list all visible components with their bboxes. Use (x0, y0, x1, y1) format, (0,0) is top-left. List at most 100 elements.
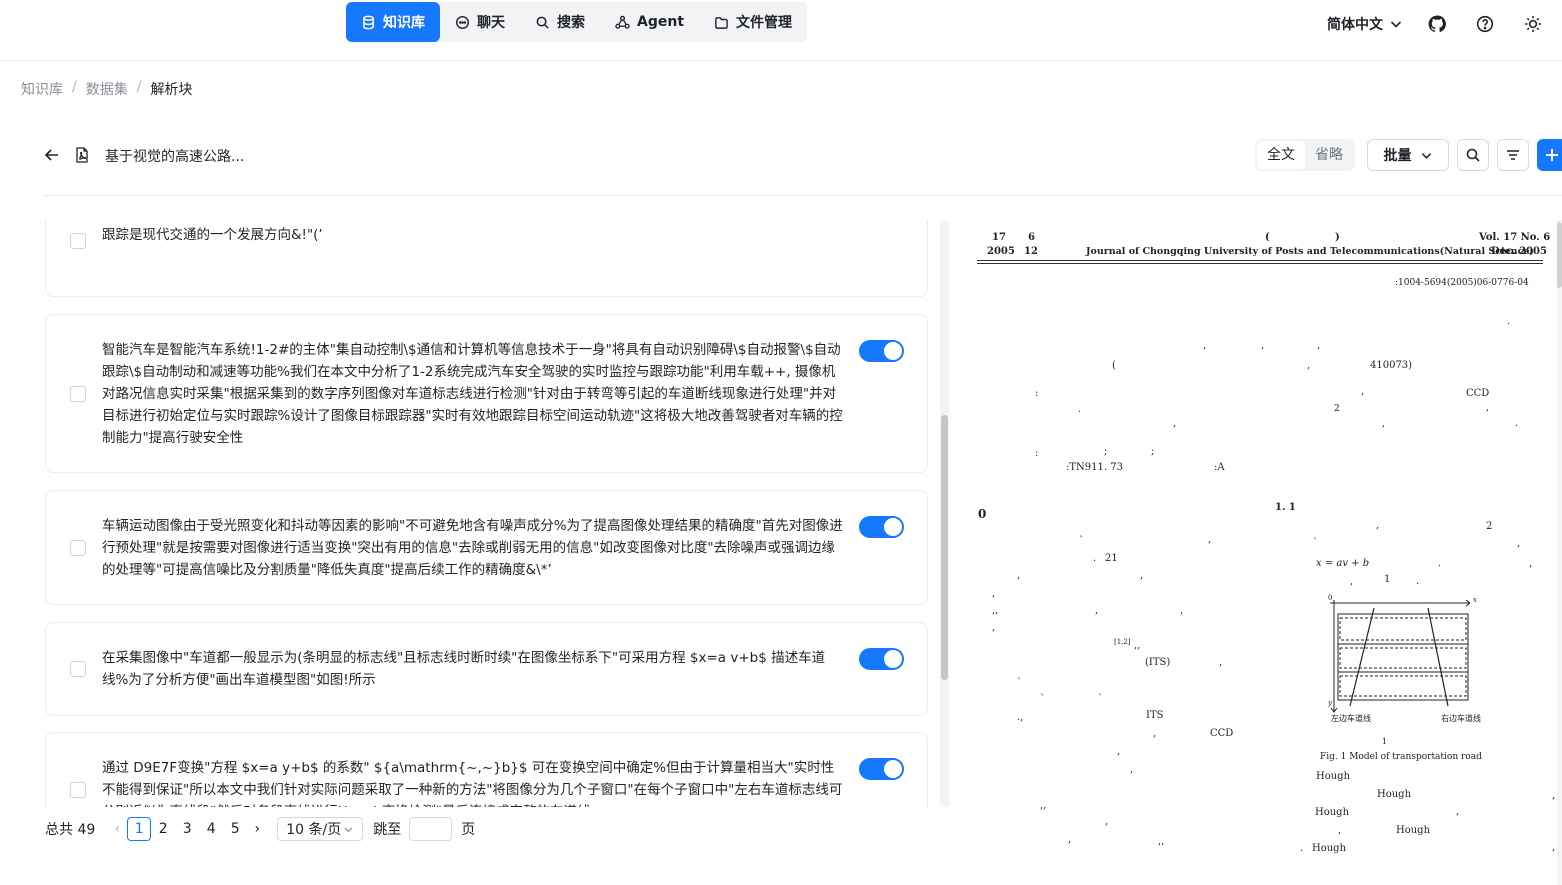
chunk-text[interactable]: 智能汽车是智能汽车系统!1-2#的主体"集自动控制\$通信和计算机等信息技术于一… (102, 339, 847, 449)
chunk-enable-switch[interactable] (859, 648, 904, 670)
add-chunk-button[interactable] (1537, 139, 1562, 171)
chunk-card[interactable]: 作为一种快速的交通运输方式,高速公路正在越来越多地受到人们的青睐,但随着车辆的增… (45, 220, 928, 297)
batch-label: 批量 (1383, 148, 1412, 164)
chunk-enable-switch[interactable] (859, 340, 904, 362)
pagination-total: 总共 49 (45, 822, 96, 838)
pdf-scrollbar-thumb[interactable] (1557, 222, 1562, 288)
nav-knowledge-base[interactable]: 知识库 (346, 2, 440, 42)
pdf-hough-1: Hough (1316, 771, 1351, 782)
pdf-glyph: , (1552, 790, 1556, 801)
pdf-glyph: ,, (1158, 836, 1165, 847)
chunk-checkbox[interactable] (70, 661, 86, 677)
chunk-checkbox[interactable] (70, 233, 86, 249)
chat-icon (455, 15, 470, 29)
next-page-button[interactable]: › (247, 821, 267, 837)
top-navigation-bar: 知识库 聊天 搜索 Agent 文件管理 简体中文 (0, 0, 1562, 61)
pdf-one: 1 (1384, 574, 1391, 585)
chunk-enable-switch[interactable] (859, 758, 904, 780)
nav-search-label: 搜索 (557, 15, 585, 31)
chunk-enable-switch[interactable] (859, 516, 904, 538)
chunk-text[interactable]: 车辆运动图像由于受光照变化和抖动等因素的影响"不可避免地含有噪声成分%为了提高图… (102, 515, 847, 581)
chunk-text[interactable]: 在采集图像中"车道都一般显示为(条明显的标志线"且标志线时断时续"在图像坐标系下… (102, 647, 847, 691)
chunk-checkbox[interactable] (70, 386, 86, 402)
pdf-its: ITS (1146, 710, 1164, 721)
github-link[interactable] (1426, 13, 1448, 35)
chunk-text[interactable]: 通过 D9E7F变换"方程 $x=a y+b$ 的系数" ${a\mathrm{… (102, 757, 847, 807)
nav-file-management-label: 文件管理 (736, 15, 793, 31)
chunk-card[interactable]: 智能汽车是智能汽车系统!1-2#的主体"集自动控制\$通信和计算机等信息技术于一… (45, 314, 928, 473)
help-icon (1476, 15, 1494, 33)
pagination: 总共 49 ‹ 1 2 3 4 5 › 10 条/页 跳至 页 (45, 817, 475, 841)
pdf-glyph: , (1130, 764, 1134, 775)
page-5[interactable]: 5 (223, 817, 247, 841)
pdf-glyph: . (1300, 843, 1304, 854)
pdf-vol: 17 (992, 232, 1006, 243)
search-chunks-button[interactable] (1457, 139, 1489, 171)
prev-page-button[interactable]: ‹ (107, 821, 127, 837)
chunk-checkbox[interactable] (70, 540, 86, 556)
breadcrumb-current: 解析块 (150, 82, 193, 98)
breadcrumb: 知识库 / 数据集 / 解析块 (21, 79, 192, 99)
pdf-file-icon (76, 147, 88, 163)
github-icon (1428, 15, 1446, 33)
nav-chat[interactable]: 聊天 (440, 2, 520, 42)
document-title: 基于视觉的高速公路... (105, 149, 245, 165)
database-icon (363, 15, 374, 29)
pdf-preview[interactable]: 17 6 ( ) Vol. 17 No. 6 2005 12 Journal o… (950, 220, 1562, 885)
view-full-text[interactable]: 全文 (1257, 141, 1305, 169)
view-brief[interactable]: 省略 (1305, 141, 1353, 169)
chunk-list-scrollbar[interactable] (940, 220, 949, 807)
pdf-glyph: , (992, 588, 996, 599)
page-size-select[interactable]: 10 条/页 (277, 817, 364, 841)
filter-button[interactable] (1497, 139, 1529, 171)
page-2[interactable]: 2 (151, 817, 175, 841)
page-1[interactable]: 1 (127, 817, 152, 841)
pdf-scrollbar[interactable] (1557, 220, 1562, 885)
theme-toggle[interactable] (1522, 13, 1544, 35)
pdf-ccd: CCD (1466, 388, 1490, 399)
back-arrow-icon[interactable] (43, 146, 61, 164)
pdf-class-no: :TN911. 73 (1066, 462, 1123, 473)
pdf-glyph: , (1173, 418, 1177, 429)
pdf-glyph: ., (1017, 712, 1024, 723)
help-button[interactable] (1474, 13, 1496, 35)
page-3[interactable]: 3 (175, 817, 199, 841)
pdf-glyph: , (1068, 834, 1072, 845)
pdf-glyph: , (992, 622, 996, 633)
chunk-text[interactable]: 作为一种快速的交通运输方式,高速公路正在越来越多地受到人们的青睐,但随着车辆的增… (102, 220, 847, 246)
breadcrumb-knowledge-base[interactable]: 知识库 (21, 79, 63, 99)
pdf-header-rule (977, 263, 1543, 264)
pdf-glyph: , (1517, 538, 1521, 549)
scrollbar-thumb[interactable] (941, 415, 948, 680)
pdf-glyph: ` (1017, 678, 1022, 689)
pdf-glyph: , (1203, 340, 1207, 351)
pdf-glyph: , (1208, 534, 1212, 545)
pdf-formula: x = av + b (1316, 558, 1370, 569)
nav-file-management[interactable]: 文件管理 (699, 2, 807, 42)
pdf-glyph: , (1307, 360, 1311, 371)
breadcrumb-dataset[interactable]: 数据集 (86, 79, 128, 99)
chunk-checkbox[interactable] (70, 782, 86, 798)
sun-icon (1525, 16, 1541, 32)
folder-icon (715, 16, 728, 29)
nav-agent-label: Agent (637, 14, 685, 30)
pdf-glyph: ,, (1134, 640, 1141, 651)
jump-page-input[interactable] (409, 817, 453, 841)
nav-search[interactable]: 搜索 (520, 2, 600, 42)
chunk-card[interactable]: 通过 D9E7F变换"方程 $x=a y+b$ 的系数" ${a\mathrm{… (45, 732, 928, 807)
chevron-down-icon (1390, 21, 1402, 28)
page-4[interactable]: 4 (199, 817, 223, 841)
pdf-glyph: ; (1104, 446, 1108, 457)
chevron-down-icon (344, 826, 353, 832)
pdf-hough-2: Hough (1377, 789, 1412, 800)
pdf-fig-right-lane: 右边车道线 (1441, 714, 1481, 723)
language-label: 简体中文 (1327, 17, 1383, 33)
chunk-card[interactable]: 在采集图像中"车道都一般显示为(条明显的标志线"且标志线时断时续"在图像坐标系下… (45, 622, 928, 716)
nav-agent[interactable]: Agent (600, 2, 699, 42)
batch-button[interactable]: 批量 (1367, 139, 1449, 171)
pdf-fig-left-lane: 左边车道线 (1331, 714, 1371, 723)
language-selector[interactable]: 简体中文 (1327, 14, 1403, 34)
pdf-paren-left: ( (1265, 232, 1270, 243)
chunk-card[interactable]: 车辆运动图像由于受光照变化和抖动等因素的影响"不可避免地含有噪声成分%为了提高图… (45, 490, 928, 605)
pdf-glyph: ,, (1040, 800, 1047, 811)
